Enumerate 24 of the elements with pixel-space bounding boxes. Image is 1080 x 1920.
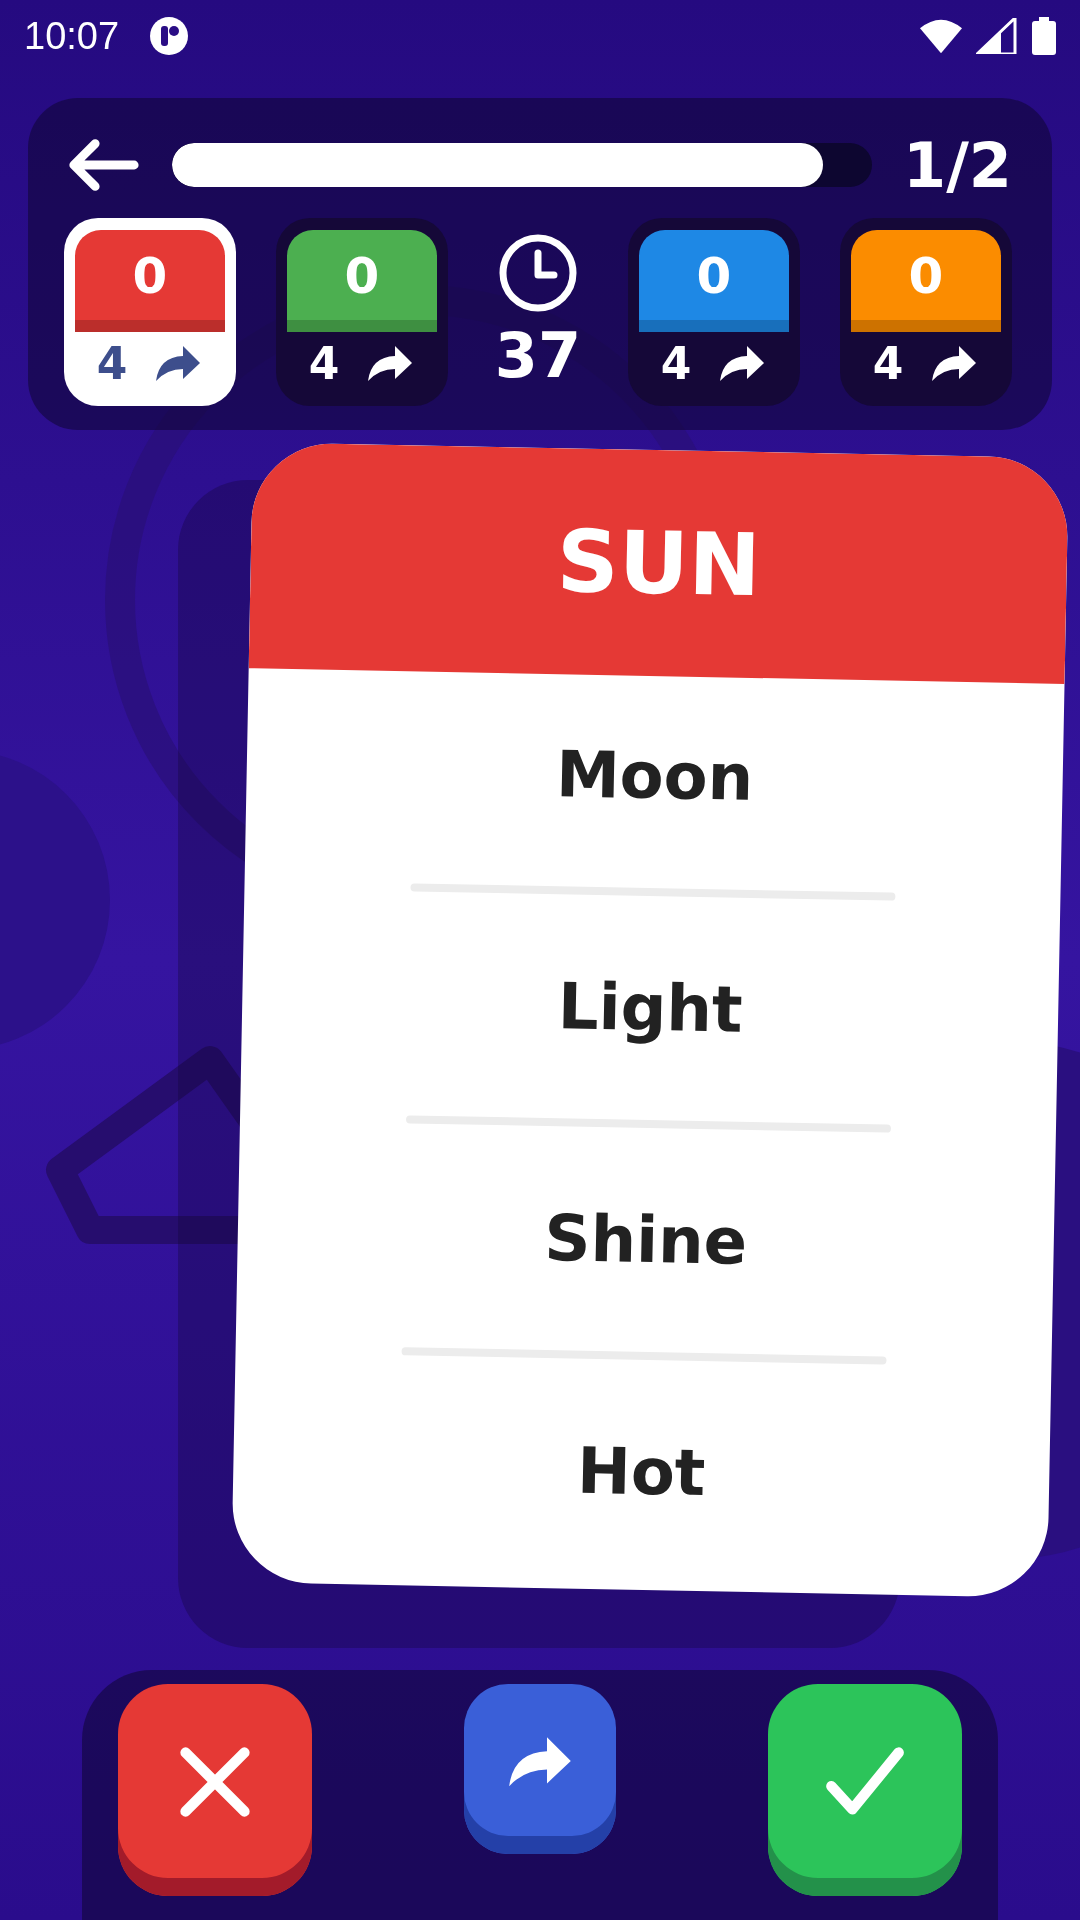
- timer-seconds: 37: [494, 318, 582, 392]
- skips-count: 4: [308, 337, 340, 389]
- signal-icon: [976, 18, 1018, 54]
- correct-button[interactable]: [768, 1684, 962, 1896]
- team-score: 0: [908, 247, 944, 307]
- skips-count: 4: [872, 337, 904, 389]
- wrong-button[interactable]: [118, 1684, 312, 1896]
- skip-button[interactable]: [464, 1684, 616, 1854]
- battery-icon: [1032, 17, 1056, 55]
- status-time: 10:07: [24, 14, 120, 58]
- taboo-word: Shine: [543, 1200, 748, 1281]
- taboo-word: Moon: [555, 736, 755, 817]
- team-score: 0: [132, 247, 168, 307]
- team-score: 0: [696, 247, 732, 307]
- app-notification-icon: [149, 16, 190, 56]
- round-counter: 1/2: [902, 128, 1012, 202]
- skips-count: 4: [660, 337, 692, 389]
- taboo-word: Hot: [576, 1432, 707, 1513]
- clock-icon: [498, 232, 578, 313]
- card-word: SUN: [555, 511, 762, 616]
- wifi-icon: [920, 18, 962, 54]
- team-score: 0: [344, 247, 380, 307]
- taboo-word: Light: [556, 968, 744, 1049]
- skips-count: 4: [96, 337, 128, 389]
